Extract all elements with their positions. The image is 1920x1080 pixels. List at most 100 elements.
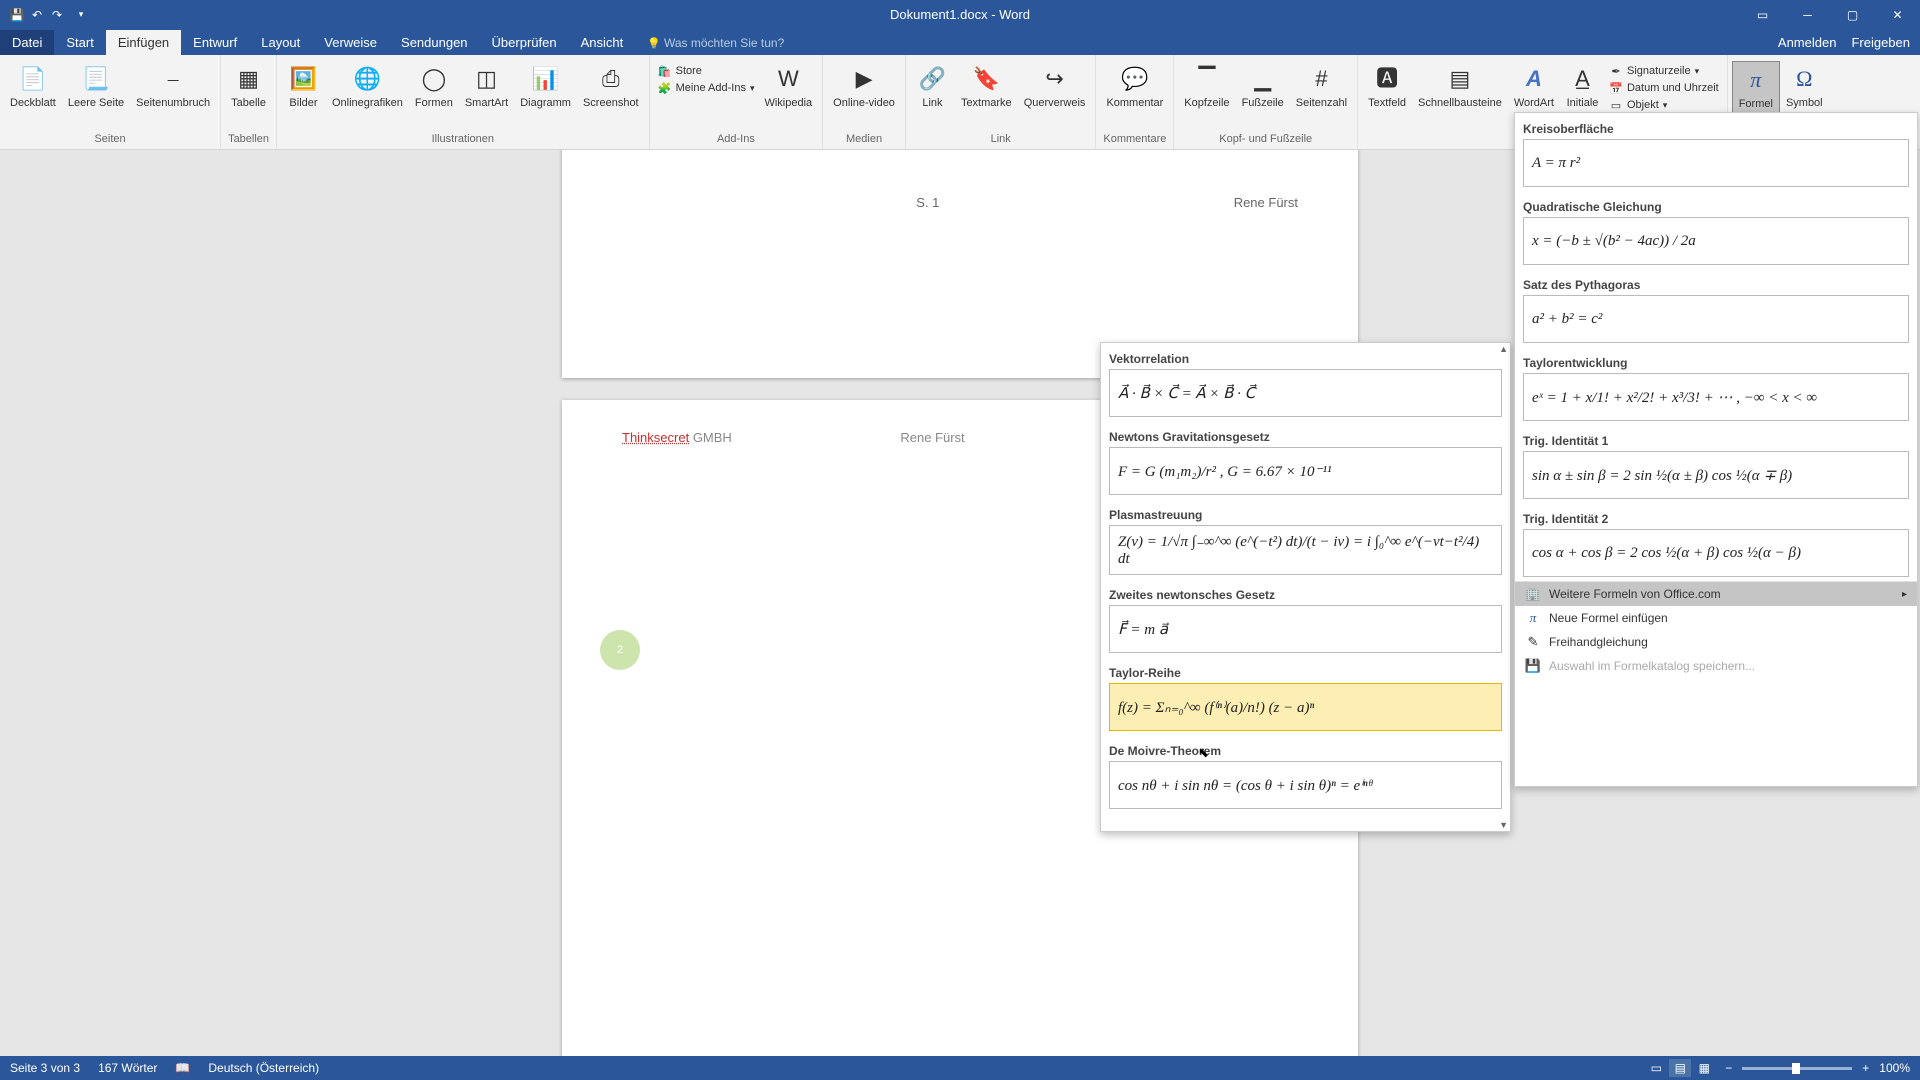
formula-preview[interactable]: sin α ± sin β = 2 sin ½(α ± β) cos ½(α ∓… (1523, 451, 1909, 499)
smartart-button[interactable]: ◫SmartArt (459, 61, 514, 112)
formula-preview[interactable]: f(z) = Σₙ₌₀^∞ (f⁽ⁿ⁾(a)/n!) (z − a)ⁿ (1109, 683, 1502, 731)
status-language[interactable]: Deutsch (Österreich) (208, 1061, 319, 1075)
status-proofing-icon[interactable]: 📖 (175, 1061, 190, 1075)
date-time-button[interactable]: 📅Datum und Uhrzeit (1609, 81, 1719, 95)
cover-page-button[interactable]: 📄Deckblatt (4, 61, 62, 112)
tab-references[interactable]: Verweise (312, 30, 389, 55)
qat-customize-icon[interactable]: ▾ (74, 8, 88, 22)
formula-preview[interactable]: A = π r² (1523, 139, 1909, 187)
my-addins-button[interactable]: 🧩Meine Add-Ins ▾ (658, 81, 755, 95)
scroll-down-icon[interactable]: ▼ (1499, 820, 1508, 830)
ink-equation[interactable]: ✎Freihandgleichung (1515, 630, 1917, 654)
tab-mailings[interactable]: Sendungen (389, 30, 480, 55)
formula-item[interactable]: Satz des Pythagorasa² + b² = c² (1515, 269, 1917, 347)
screenshot-button[interactable]: ⎙Screenshot (577, 61, 645, 112)
status-words[interactable]: 167 Wörter (98, 1061, 157, 1075)
header-button[interactable]: ▔Kopfzeile (1178, 61, 1235, 112)
status-page[interactable]: Seite 3 von 3 (10, 1061, 80, 1075)
comment-button[interactable]: 💬Kommentar (1100, 61, 1169, 112)
quick-access-toolbar: 💾 ↶ ↷ ▾ (0, 8, 88, 22)
group-label-pages: Seiten (94, 131, 125, 147)
more-formulas-office[interactable]: 🏢Weitere Formeln von Office.com▸ (1515, 582, 1917, 606)
signin-link[interactable]: Anmelden (1778, 35, 1837, 50)
shapes-button[interactable]: ◯Formen (409, 61, 459, 112)
share-button[interactable]: Freigeben (1851, 35, 1910, 50)
formula-preview[interactable]: F = G (m₁m₂)/r² , G = 6.67 × 10⁻¹¹ (1109, 447, 1502, 495)
table-button[interactable]: ▦Tabelle (225, 61, 272, 112)
tell-me[interactable]: Was möchten Sie tun? (635, 31, 796, 55)
bookmark-button[interactable]: 🔖Textmarke (955, 61, 1018, 112)
tab-start[interactable]: Start (54, 30, 105, 55)
formula-preview[interactable]: A⃗ · B⃗ × C⃗ = A⃗ × B⃗ · C⃗ (1109, 369, 1502, 417)
zoom-slider[interactable] (1742, 1067, 1852, 1070)
formula-preview[interactable]: Z(v) = 1/√π ∫₋∞^∞ (e^(−t²) dt)/(t − iv) … (1109, 525, 1502, 575)
crossref-button[interactable]: ↪Querverweis (1018, 61, 1092, 112)
chart-button[interactable]: 📊Diagramm (514, 61, 577, 112)
tab-design[interactable]: Entwurf (181, 30, 249, 55)
company-name: Thinksecret (622, 430, 689, 445)
cover-page-icon: 📄 (17, 63, 49, 95)
web-layout-icon[interactable]: ▦ (1693, 1059, 1715, 1077)
formula-preview[interactable]: a² + b² = c² (1523, 295, 1909, 343)
object-button[interactable]: ▭Objekt ▾ (1609, 98, 1719, 112)
scroll-up-icon[interactable]: ▲ (1499, 344, 1508, 354)
formula-item[interactable]: Trig. Identität 2cos α + cos β = 2 cos ½… (1515, 503, 1917, 581)
footer-button[interactable]: ▁Fußzeile (1236, 61, 1290, 112)
pictures-button[interactable]: 🖼️Bilder (281, 61, 326, 112)
maximize-icon[interactable]: ▢ (1830, 0, 1875, 29)
formula-item[interactable]: Taylorentwicklungeˣ = 1 + x/1! + x²/2! +… (1515, 347, 1917, 425)
formula-item[interactable]: Taylor-Reihef(z) = Σₙ₌₀^∞ (f⁽ⁿ⁾(a)/n!) (… (1101, 657, 1510, 735)
tab-view[interactable]: Ansicht (569, 30, 636, 55)
formula-item[interactable]: De Moivre-Theoremcos nθ + i sin nθ = (co… (1101, 735, 1510, 813)
quickparts-button[interactable]: ▤Schnellbausteine (1412, 61, 1508, 112)
signature-line-button[interactable]: ✒Signaturzeile ▾ (1609, 64, 1719, 78)
textbox-button[interactable]: 🅰Textfeld (1362, 61, 1412, 112)
ribbon-display-icon[interactable]: ▭ (1740, 0, 1785, 29)
formula-item[interactable]: Zweites newtonsches GesetzF⃗ = m a⃗ (1101, 579, 1510, 657)
formula-preview[interactable]: eˣ = 1 + x/1! + x²/2! + x³/3! + ⋯ , −∞ <… (1523, 373, 1909, 421)
wikipedia-button[interactable]: WWikipedia (758, 61, 818, 112)
formula-preview[interactable]: x = (−b ± √(b² − 4ac)) / 2a (1523, 217, 1909, 265)
formula-item[interactable]: Newtons GravitationsgesetzF = G (m₁m₂)/r… (1101, 421, 1510, 499)
page-number: S. 1 (916, 195, 939, 210)
formula-preview[interactable]: cos nθ + i sin nθ = (cos θ + i sin θ)ⁿ =… (1109, 761, 1502, 809)
formula-item[interactable]: Quadratische Gleichungx = (−b ± √(b² − 4… (1515, 191, 1917, 269)
tab-review[interactable]: Überprüfen (480, 30, 569, 55)
tab-layout[interactable]: Layout (249, 30, 312, 55)
blank-page-button[interactable]: 📃Leere Seite (62, 61, 130, 112)
zoom-level[interactable]: 100% (1879, 1061, 1910, 1075)
close-icon[interactable]: ✕ (1875, 0, 1920, 29)
store-button[interactable]: 🛍️Store (658, 64, 755, 78)
window-controls: ▭ ─ ▢ ✕ (1740, 0, 1920, 29)
formula-preview[interactable]: F⃗ = m a⃗ (1109, 605, 1502, 653)
page-number-button[interactable]: #Seitenzahl (1290, 61, 1353, 112)
tab-file[interactable]: Datei (0, 30, 54, 55)
minimize-icon[interactable]: ─ (1785, 0, 1830, 29)
redo-icon[interactable]: ↷ (50, 8, 64, 22)
tab-insert[interactable]: Einfügen (106, 30, 181, 55)
formula-item[interactable]: Trig. Identität 1sin α ± sin β = 2 sin ½… (1515, 425, 1917, 503)
save-icon[interactable]: 💾 (10, 8, 24, 22)
online-video-button[interactable]: ▶Online-video (827, 61, 901, 112)
bookmark-icon: 🔖 (970, 63, 1002, 95)
wordart-button[interactable]: AWordArt (1508, 61, 1560, 112)
link-button[interactable]: 🔗Link (910, 61, 955, 112)
formula-item[interactable]: PlasmastreuungZ(v) = 1/√π ∫₋∞^∞ (e^(−t²)… (1101, 499, 1510, 579)
quickparts-icon: ▤ (1444, 63, 1476, 95)
zoom-out-icon[interactable]: − (1725, 1061, 1732, 1075)
read-mode-icon[interactable]: ▭ (1645, 1059, 1667, 1077)
undo-icon[interactable]: ↶ (30, 8, 44, 22)
insert-new-formula[interactable]: πNeue Formel einfügen (1515, 606, 1917, 630)
formula-title: Trig. Identität 1 (1523, 429, 1909, 451)
print-layout-icon[interactable]: ▤ (1669, 1059, 1691, 1077)
dropcap-button[interactable]: A̲Initiale (1560, 61, 1605, 112)
formula-item[interactable]: VektorrelationA⃗ · B⃗ × C⃗ = A⃗ × B⃗ · C… (1101, 343, 1510, 421)
formula-item[interactable]: KreisoberflächeA = π r² (1515, 113, 1917, 191)
formula-title: Trig. Identität 2 (1523, 507, 1909, 529)
zoom-in-icon[interactable]: + (1862, 1061, 1869, 1075)
online-pictures-button[interactable]: 🌐Onlinegrafiken (326, 61, 409, 112)
table-icon: ▦ (233, 63, 265, 95)
view-buttons: ▭ ▤ ▦ (1645, 1059, 1715, 1077)
page-break-button[interactable]: ⎯Seitenumbruch (130, 61, 216, 112)
formula-preview[interactable]: cos α + cos β = 2 cos ½(α + β) cos ½(α −… (1523, 529, 1909, 577)
